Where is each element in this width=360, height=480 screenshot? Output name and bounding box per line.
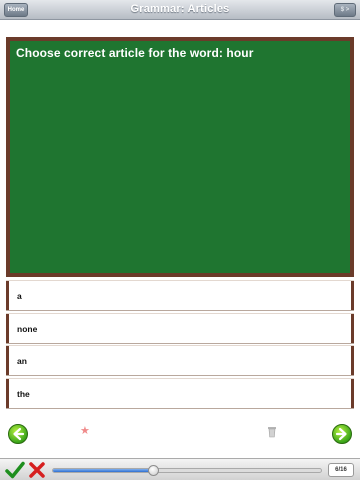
answer-option-the[interactable]: the bbox=[6, 379, 354, 408]
chalkboard-frame: Choose correct article for the word: hou… bbox=[6, 37, 354, 277]
next-button[interactable] bbox=[332, 424, 352, 444]
favorite-star-icon[interactable]: ★ bbox=[80, 426, 90, 437]
navigation-bar: Home Grammar: Articles $ > bbox=[0, 0, 360, 20]
progress-slider-thumb[interactable] bbox=[147, 465, 159, 476]
check-icon[interactable] bbox=[5, 461, 25, 479]
answer-option-an[interactable]: an bbox=[6, 346, 354, 375]
arrow-right-icon bbox=[335, 427, 347, 441]
answer-option-a[interactable]: a bbox=[6, 281, 354, 310]
answer-option-none[interactable]: none bbox=[6, 314, 354, 343]
page-title: Grammar: Articles bbox=[130, 3, 230, 15]
chalkboard: Choose correct article for the word: hou… bbox=[10, 41, 350, 273]
progress-fill bbox=[53, 469, 155, 472]
question-text: Choose correct article for the word: hou… bbox=[16, 46, 254, 60]
page-counter: 6/16 bbox=[328, 463, 354, 477]
forward-button[interactable]: $ > bbox=[334, 3, 356, 17]
previous-button[interactable] bbox=[8, 424, 28, 444]
bottom-toolbar: 6/16 bbox=[0, 458, 360, 480]
progress-track[interactable] bbox=[52, 468, 322, 473]
trash-icon[interactable] bbox=[267, 426, 277, 438]
x-icon[interactable] bbox=[28, 462, 46, 478]
arrow-left-icon bbox=[13, 427, 25, 441]
